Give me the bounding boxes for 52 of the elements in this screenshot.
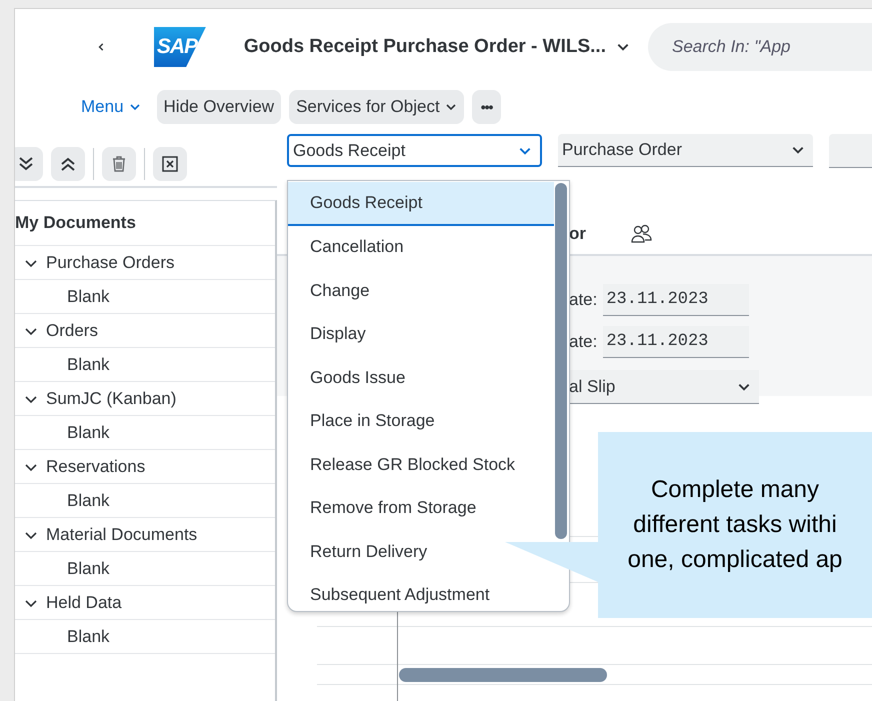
- services-menu-button[interactable]: Services for Object: [289, 90, 464, 124]
- menu-button[interactable]: Menu: [81, 97, 141, 117]
- dropdown-option[interactable]: Place in Storage: [288, 400, 554, 443]
- tree-item[interactable]: SumJC (Kanban): [15, 382, 275, 416]
- app-title: Goods Receipt Purchase Order - WILS...: [244, 36, 606, 58]
- tree-item[interactable]: Held Data: [15, 586, 275, 620]
- tree-item[interactable]: Blank: [15, 620, 275, 654]
- select-field[interactable]: Goods Receipt: [287, 134, 542, 167]
- select-field[interactable]: Purchase Order: [558, 134, 813, 167]
- chevron-down-icon[interactable]: [24, 462, 38, 472]
- dropdown-option[interactable]: Subsequent Adjustment: [288, 574, 554, 617]
- select-field[interactable]: al Slip: [569, 370, 759, 404]
- dropdown-option[interactable]: Goods Receipt: [288, 182, 554, 226]
- dropdown-option[interactable]: Cancellation: [288, 226, 554, 269]
- close-box-icon[interactable]: [153, 146, 187, 180]
- trash-icon[interactable]: [102, 146, 136, 180]
- dropdown-option[interactable]: Return Delivery: [288, 530, 554, 574]
- tree-item[interactable]: Blank: [15, 484, 275, 518]
- logo: SAP: [154, 27, 206, 67]
- scrollbar-thumb[interactable]: [399, 668, 607, 682]
- tree-item[interactable]: Orders: [15, 314, 275, 348]
- chevron-down-icon[interactable]: [24, 258, 38, 268]
- date-field[interactable]: 23.11.2023: [603, 284, 750, 316]
- tree-item[interactable]: Blank: [15, 348, 275, 382]
- dropdown-option[interactable]: Display: [288, 312, 554, 356]
- field-label: ate:: [569, 332, 598, 352]
- scrollbar-thumb[interactable]: [555, 183, 567, 539]
- dropdown-option[interactable]: Release GR Blocked Stock: [288, 443, 554, 486]
- tree-item[interactable]: Blank: [15, 552, 275, 586]
- date-field[interactable]: 23.11.2023: [603, 326, 750, 358]
- tree-item[interactable]: Reservations: [15, 450, 275, 484]
- tree-item[interactable]: Material Documents: [15, 518, 275, 552]
- tree-item[interactable]: Blank: [15, 280, 275, 314]
- people-icon[interactable]: [631, 224, 653, 244]
- chevron-down-icon[interactable]: [24, 598, 38, 608]
- dropdown-option[interactable]: Remove from Storage: [288, 486, 554, 530]
- field-label: ate:: [569, 290, 598, 310]
- collapse-all-icon[interactable]: [51, 146, 85, 180]
- tree-item[interactable]: Purchase Orders: [15, 246, 275, 280]
- tab[interactable]: or: [569, 224, 586, 244]
- chevron-down-icon[interactable]: [24, 530, 38, 540]
- expand-all-icon[interactable]: [15, 146, 43, 180]
- tree-header: My Documents: [15, 201, 275, 246]
- dropdown-option[interactable]: Change: [288, 269, 554, 312]
- dropdown-option[interactable]: Goods Issue: [288, 356, 554, 400]
- search-field[interactable]: Search In: "App: [648, 23, 872, 71]
- chevron-down-icon[interactable]: [24, 394, 38, 404]
- hide-overview-button[interactable]: Hide Overview: [156, 90, 282, 124]
- tree-item[interactable]: Blank: [15, 416, 275, 450]
- chevron-down-icon[interactable]: [24, 326, 38, 336]
- more-button[interactable]: •••: [472, 90, 502, 124]
- callout-text: Complete many different tasks withi one, complicated ap: [626, 475, 844, 575]
